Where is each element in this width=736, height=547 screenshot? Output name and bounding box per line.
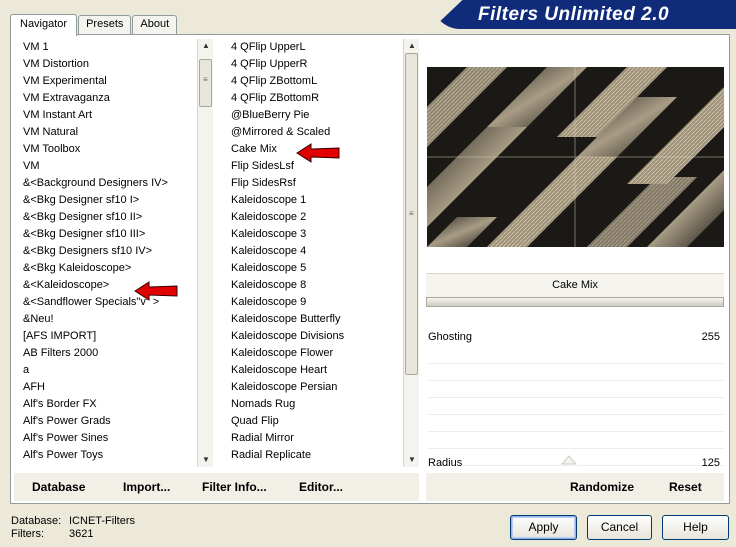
category-list[interactable]: VM 1 VM Distortion VM Experimental VM Extra… bbox=[23, 39, 199, 467]
category-item[interactable]: VM bbox=[23, 158, 199, 175]
param-button-bar: Randomize Reset bbox=[426, 473, 724, 501]
category-item[interactable]: &<Bkg Kaleidoscope> bbox=[23, 260, 199, 277]
help-button[interactable]: Help bbox=[662, 515, 729, 540]
red-arrow-marker-icon bbox=[134, 281, 178, 301]
filter-item[interactable]: Kaleidoscope 4 bbox=[231, 243, 401, 260]
filter-item[interactable]: 4 QFlip UpperR bbox=[231, 56, 401, 73]
category-item[interactable]: Alf's Power Sines bbox=[23, 430, 199, 447]
filter-item[interactable]: Radial Mirror bbox=[231, 430, 401, 447]
filter-list[interactable]: 4 QFlip UpperL 4 QFlip UpperR 4 QFlip ZBot… bbox=[231, 39, 401, 467]
tab-presets[interactable]: Presets bbox=[78, 15, 132, 34]
import-button[interactable]: Import... bbox=[123, 480, 170, 494]
tab-navigator[interactable]: Navigator bbox=[10, 14, 78, 36]
category-item[interactable]: &<Bkg Designer sf10 II> bbox=[23, 209, 199, 226]
category-item[interactable]: VM 1 bbox=[23, 39, 199, 56]
category-item[interactable]: &Neu! bbox=[23, 311, 199, 328]
category-item[interactable]: &<Background Designers IV> bbox=[23, 175, 199, 192]
filter-item[interactable]: @Mirrored & Scaled bbox=[231, 124, 401, 141]
navigator-panel: VM 1 VM Distortion VM Experimental VM Extra… bbox=[10, 34, 730, 504]
scroll-down-icon[interactable]: ▼ bbox=[198, 453, 214, 467]
filter-item[interactable]: Flip SidesRsf bbox=[231, 175, 401, 192]
category-scroll-thumb[interactable]: ≡ bbox=[199, 59, 212, 107]
filters-count-info: Filters: 3621 bbox=[11, 528, 94, 540]
param-radius[interactable]: Radius 125 bbox=[428, 454, 724, 472]
filter-item[interactable]: Quad Flip bbox=[231, 413, 401, 430]
filter-item[interactable]: 4 QFlip ZBottomL bbox=[231, 73, 401, 90]
category-item[interactable]: a bbox=[23, 362, 199, 379]
filter-item[interactable]: Kaleidoscope 5 bbox=[231, 260, 401, 277]
category-item[interactable]: VM Toolbox bbox=[23, 141, 199, 158]
cancel-button[interactable]: Cancel bbox=[587, 515, 652, 540]
filter-preview-image bbox=[427, 67, 724, 247]
filter-info-button[interactable]: Filter Info... bbox=[202, 480, 267, 494]
category-item[interactable]: &<Bkg Designers sf10 IV> bbox=[23, 243, 199, 260]
category-item[interactable]: AFH bbox=[23, 379, 199, 396]
app-title: Filters Unlimited 2.0 bbox=[478, 4, 670, 25]
filter-item[interactable]: @BlueBerry Pie bbox=[231, 107, 401, 124]
apply-button[interactable]: Apply bbox=[510, 515, 577, 540]
filter-item[interactable]: Kaleidoscope Persian bbox=[231, 379, 401, 396]
filter-item[interactable]: Kaleidoscope 9 bbox=[231, 294, 401, 311]
category-item[interactable]: Alf's Power Toys bbox=[23, 447, 199, 464]
category-item[interactable]: VM Instant Art bbox=[23, 107, 199, 124]
tab-strip: Navigator Presets About bbox=[10, 14, 178, 36]
category-item[interactable]: &<Bkg Designer sf10 I> bbox=[23, 192, 199, 209]
filter-item[interactable]: Kaleidoscope 8 bbox=[231, 277, 401, 294]
list-button-bar: Database Import... Filter Info... Editor… bbox=[14, 473, 419, 501]
scroll-up-icon[interactable]: ▲ bbox=[404, 39, 420, 53]
category-item[interactable]: VM Experimental bbox=[23, 73, 199, 90]
category-scrollbar[interactable]: ▲ ≡ ▼ bbox=[197, 39, 213, 467]
category-item[interactable]: VM Extravaganza bbox=[23, 90, 199, 107]
red-arrow-marker-icon bbox=[296, 143, 340, 163]
category-item[interactable]: &<Bkg Designer sf10 III> bbox=[23, 226, 199, 243]
filter-item[interactable]: Quick Flip bbox=[231, 464, 401, 467]
filter-item[interactable]: Kaleidoscope Flower bbox=[231, 345, 401, 362]
category-item[interactable]: [AFS IMPORT] bbox=[23, 328, 199, 345]
category-item[interactable]: Alf's Border FX bbox=[23, 396, 199, 413]
filter-scrollbar[interactable]: ▲ ≡ ▼ bbox=[403, 39, 419, 467]
filter-item[interactable]: Kaleidoscope 3 bbox=[231, 226, 401, 243]
filter-item[interactable]: Kaleidoscope Divisions bbox=[231, 328, 401, 345]
filter-item[interactable]: Nomads Rug bbox=[231, 396, 401, 413]
filter-item[interactable]: Radial Replicate bbox=[231, 447, 401, 464]
filter-item[interactable]: Kaleidoscope Heart bbox=[231, 362, 401, 379]
param-guides bbox=[428, 347, 724, 466]
param-value: 125 bbox=[701, 457, 720, 469]
param-value: 255 bbox=[701, 331, 720, 343]
category-item[interactable]: AB Filters 2000 bbox=[23, 345, 199, 362]
scroll-down-icon[interactable]: ▼ bbox=[404, 453, 420, 467]
filter-item[interactable]: 4 QFlip UpperL bbox=[231, 39, 401, 56]
tab-about[interactable]: About bbox=[132, 15, 178, 34]
filter-item[interactable]: 4 QFlip ZBottomR bbox=[231, 90, 401, 107]
database-info: Database: ICNET-Filters bbox=[11, 515, 135, 527]
param-label: Radius bbox=[428, 457, 463, 469]
randomize-button[interactable]: Randomize bbox=[570, 480, 634, 494]
param-ghosting[interactable]: Ghosting 255 bbox=[428, 328, 724, 346]
filter-scroll-thumb[interactable]: ≡ bbox=[405, 53, 418, 375]
preview-zoom-slider[interactable] bbox=[426, 297, 724, 307]
editor-button[interactable]: Editor... bbox=[299, 480, 343, 494]
database-button[interactable]: Database bbox=[32, 480, 85, 494]
scroll-up-icon[interactable]: ▲ bbox=[198, 39, 214, 53]
category-item[interactable]: VM Distortion bbox=[23, 56, 199, 73]
selected-filter-name: Cake Mix bbox=[426, 273, 724, 297]
param-label: Ghosting bbox=[428, 331, 473, 343]
category-item[interactable]: VM Natural bbox=[23, 124, 199, 141]
filter-item[interactable]: Kaleidoscope Butterfly bbox=[231, 311, 401, 328]
filter-item[interactable]: Kaleidoscope 2 bbox=[231, 209, 401, 226]
filter-item[interactable]: Kaleidoscope 1 bbox=[231, 192, 401, 209]
category-item[interactable]: Alf's Power Grads bbox=[23, 413, 199, 430]
reset-button[interactable]: Reset bbox=[669, 480, 702, 494]
